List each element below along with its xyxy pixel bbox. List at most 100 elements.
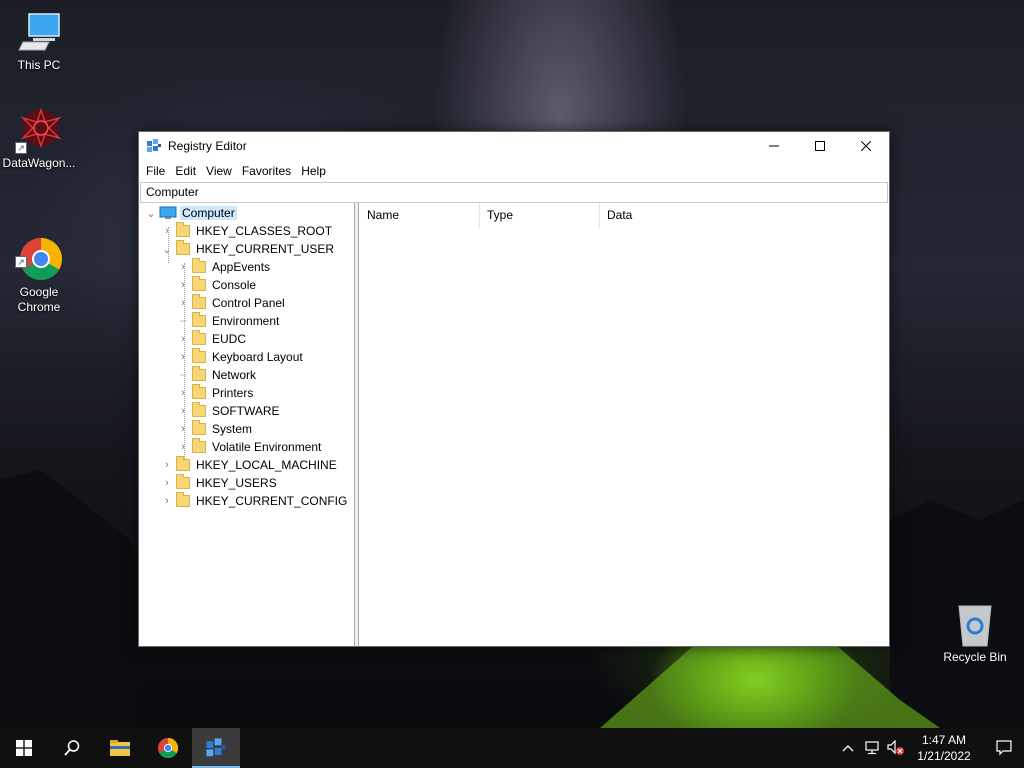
desktop-icon-label: Recycle Bin — [943, 650, 1007, 664]
title-bar[interactable]: Registry Editor — [139, 132, 889, 160]
tree-node-hkey-current-config[interactable]: › HKEY_CURRENT_CONFIG — [161, 492, 349, 510]
folder-icon — [176, 222, 190, 237]
show-hidden-icons-button[interactable] — [836, 728, 860, 768]
start-button[interactable] — [0, 728, 48, 768]
chevron-up-icon — [842, 745, 854, 752]
tree-node-control-panel[interactable]: › Control Panel — [177, 294, 287, 312]
desktop-icon-label: DataWagon... — [2, 156, 76, 170]
menu-favorites[interactable]: Favorites — [237, 164, 296, 178]
desktop-icon-label: This PC — [17, 58, 61, 72]
tree-node-printers[interactable]: › Printers — [177, 384, 255, 402]
datawagon-icon: ↗ — [15, 106, 63, 154]
expand-chevron-icon[interactable]: › — [177, 384, 189, 402]
minimize-button[interactable] — [751, 132, 797, 160]
tree-node-label: System — [212, 422, 253, 436]
minimize-icon — [769, 145, 779, 147]
action-center-button[interactable] — [984, 728, 1024, 768]
menu-edit[interactable]: Edit — [170, 164, 201, 178]
folder-icon — [192, 438, 206, 453]
column-header-name[interactable]: Name — [360, 203, 480, 228]
tree-node-label: HKEY_CURRENT_USER — [196, 242, 335, 256]
clock-time: 1:47 AM — [921, 733, 967, 747]
tree-node-system[interactable]: › System — [177, 420, 254, 438]
menu-help[interactable]: Help — [296, 164, 331, 178]
desktop-icon-google-chrome[interactable]: ↗ Google Chrome — [0, 205, 78, 330]
key-tree-pane[interactable]: ⌄ Computer › HKEY_CLASSES_ROOT ⌄ HKEY_CU… — [139, 203, 355, 646]
close-button[interactable] — [843, 132, 889, 160]
menu-view[interactable]: View — [201, 164, 237, 178]
tree-node-environment[interactable]: ┈ Environment — [177, 312, 281, 330]
registry-editor-window[interactable]: Registry Editor File Edit View Favorites… — [138, 131, 890, 647]
tree-node-label: HKEY_USERS — [196, 476, 277, 490]
address-bar[interactable]: Computer — [140, 182, 888, 203]
collapse-chevron-icon[interactable]: ⌄ — [161, 240, 173, 258]
close-icon — [861, 141, 871, 151]
tree-node-network[interactable]: ┈ Network — [177, 366, 258, 384]
expand-chevron-icon[interactable]: › — [177, 348, 189, 366]
tree-node-eudc[interactable]: › EUDC — [177, 330, 248, 348]
expand-chevron-icon[interactable]: › — [161, 222, 173, 240]
tree-node-software[interactable]: › SOFTWARE — [177, 402, 282, 420]
expand-chevron-icon[interactable]: › — [161, 456, 173, 474]
menu-bar: File Edit View Favorites Help — [139, 160, 889, 182]
taskbar-google-chrome[interactable] — [144, 728, 192, 768]
menu-file[interactable]: File — [141, 164, 170, 178]
window-title: Registry Editor — [168, 139, 247, 153]
tree-node-hkey-current-user[interactable]: ⌄ HKEY_CURRENT_USER — [161, 240, 336, 258]
values-list-pane[interactable]: Name Type Data — [360, 203, 888, 646]
search-button[interactable] — [48, 728, 96, 768]
pane-splitter[interactable] — [355, 203, 359, 646]
volume-button[interactable] — [884, 728, 908, 768]
desktop-icon-this-pc[interactable]: This PC — [0, 8, 78, 73]
tree-node-hkey-classes-root[interactable]: › HKEY_CLASSES_ROOT — [161, 222, 334, 240]
tree-node-keyboard-layout[interactable]: › Keyboard Layout — [177, 348, 305, 366]
desktop-icon-recycle-bin[interactable]: Recycle Bin — [936, 600, 1014, 665]
chrome-icon — [157, 737, 179, 759]
tree-node-hkey-local-machine[interactable]: › HKEY_LOCAL_MACHINE — [161, 456, 339, 474]
taskbar: 1:47 AM 1/21/2022 — [0, 728, 1024, 768]
folder-icon — [192, 384, 206, 399]
taskbar-registry-editor[interactable] — [192, 728, 240, 768]
desktop-icon-datawagon[interactable]: ↗ DataWagon... — [0, 106, 78, 171]
folder-icon — [176, 456, 190, 471]
folder-icon — [192, 366, 206, 381]
tree-node-label: EUDC — [212, 332, 247, 346]
tree-node-label: Console — [212, 278, 257, 292]
tree-node-label: Printers — [212, 386, 254, 400]
tree-node-hkey-users[interactable]: › HKEY_USERS — [161, 474, 279, 492]
expand-chevron-icon[interactable]: › — [177, 276, 189, 294]
expand-chevron-icon[interactable]: › — [177, 294, 189, 312]
folder-icon — [176, 474, 190, 489]
tree-node-appevents[interactable]: › AppEvents — [177, 258, 272, 276]
tree-node-console[interactable]: › Console — [177, 276, 258, 294]
folder-icon — [192, 312, 206, 327]
tree-node-label: SOFTWARE — [212, 404, 280, 418]
expand-chevron-icon[interactable]: › — [177, 258, 189, 276]
network-button[interactable] — [860, 728, 884, 768]
expand-chevron-icon[interactable]: › — [177, 402, 189, 420]
tree-node-label: Keyboard Layout — [212, 350, 303, 364]
chrome-icon: ↗ — [15, 220, 63, 281]
shortcut-arrow-icon: ↗ — [15, 256, 27, 268]
column-headers: Name Type Data — [360, 203, 888, 228]
expand-chevron-icon[interactable]: › — [177, 438, 189, 456]
clock[interactable]: 1:47 AM 1/21/2022 — [916, 732, 972, 764]
expand-chevron-icon[interactable]: › — [177, 420, 189, 438]
expand-chevron-icon[interactable]: › — [161, 474, 173, 492]
taskbar-file-explorer[interactable] — [96, 728, 144, 768]
expand-chevron-icon[interactable]: › — [177, 330, 189, 348]
collapse-chevron-icon[interactable]: ⌄ — [145, 204, 157, 222]
recycle-bin-icon — [951, 600, 999, 648]
volume-muted-icon — [887, 740, 904, 755]
column-header-data[interactable]: Data — [600, 203, 750, 228]
tree-node-label: Environment — [212, 314, 280, 328]
tree-node-volatile-environment[interactable]: › Volatile Environment — [177, 438, 323, 456]
computer-icon — [15, 8, 63, 56]
notifications-icon — [996, 740, 1012, 756]
folder-icon — [192, 402, 206, 417]
computer-icon — [159, 206, 177, 220]
column-header-type[interactable]: Type — [480, 203, 600, 228]
tree-node-computer[interactable]: ⌄ Computer — [145, 204, 237, 222]
maximize-button[interactable] — [797, 132, 843, 160]
expand-chevron-icon[interactable]: › — [161, 492, 173, 510]
